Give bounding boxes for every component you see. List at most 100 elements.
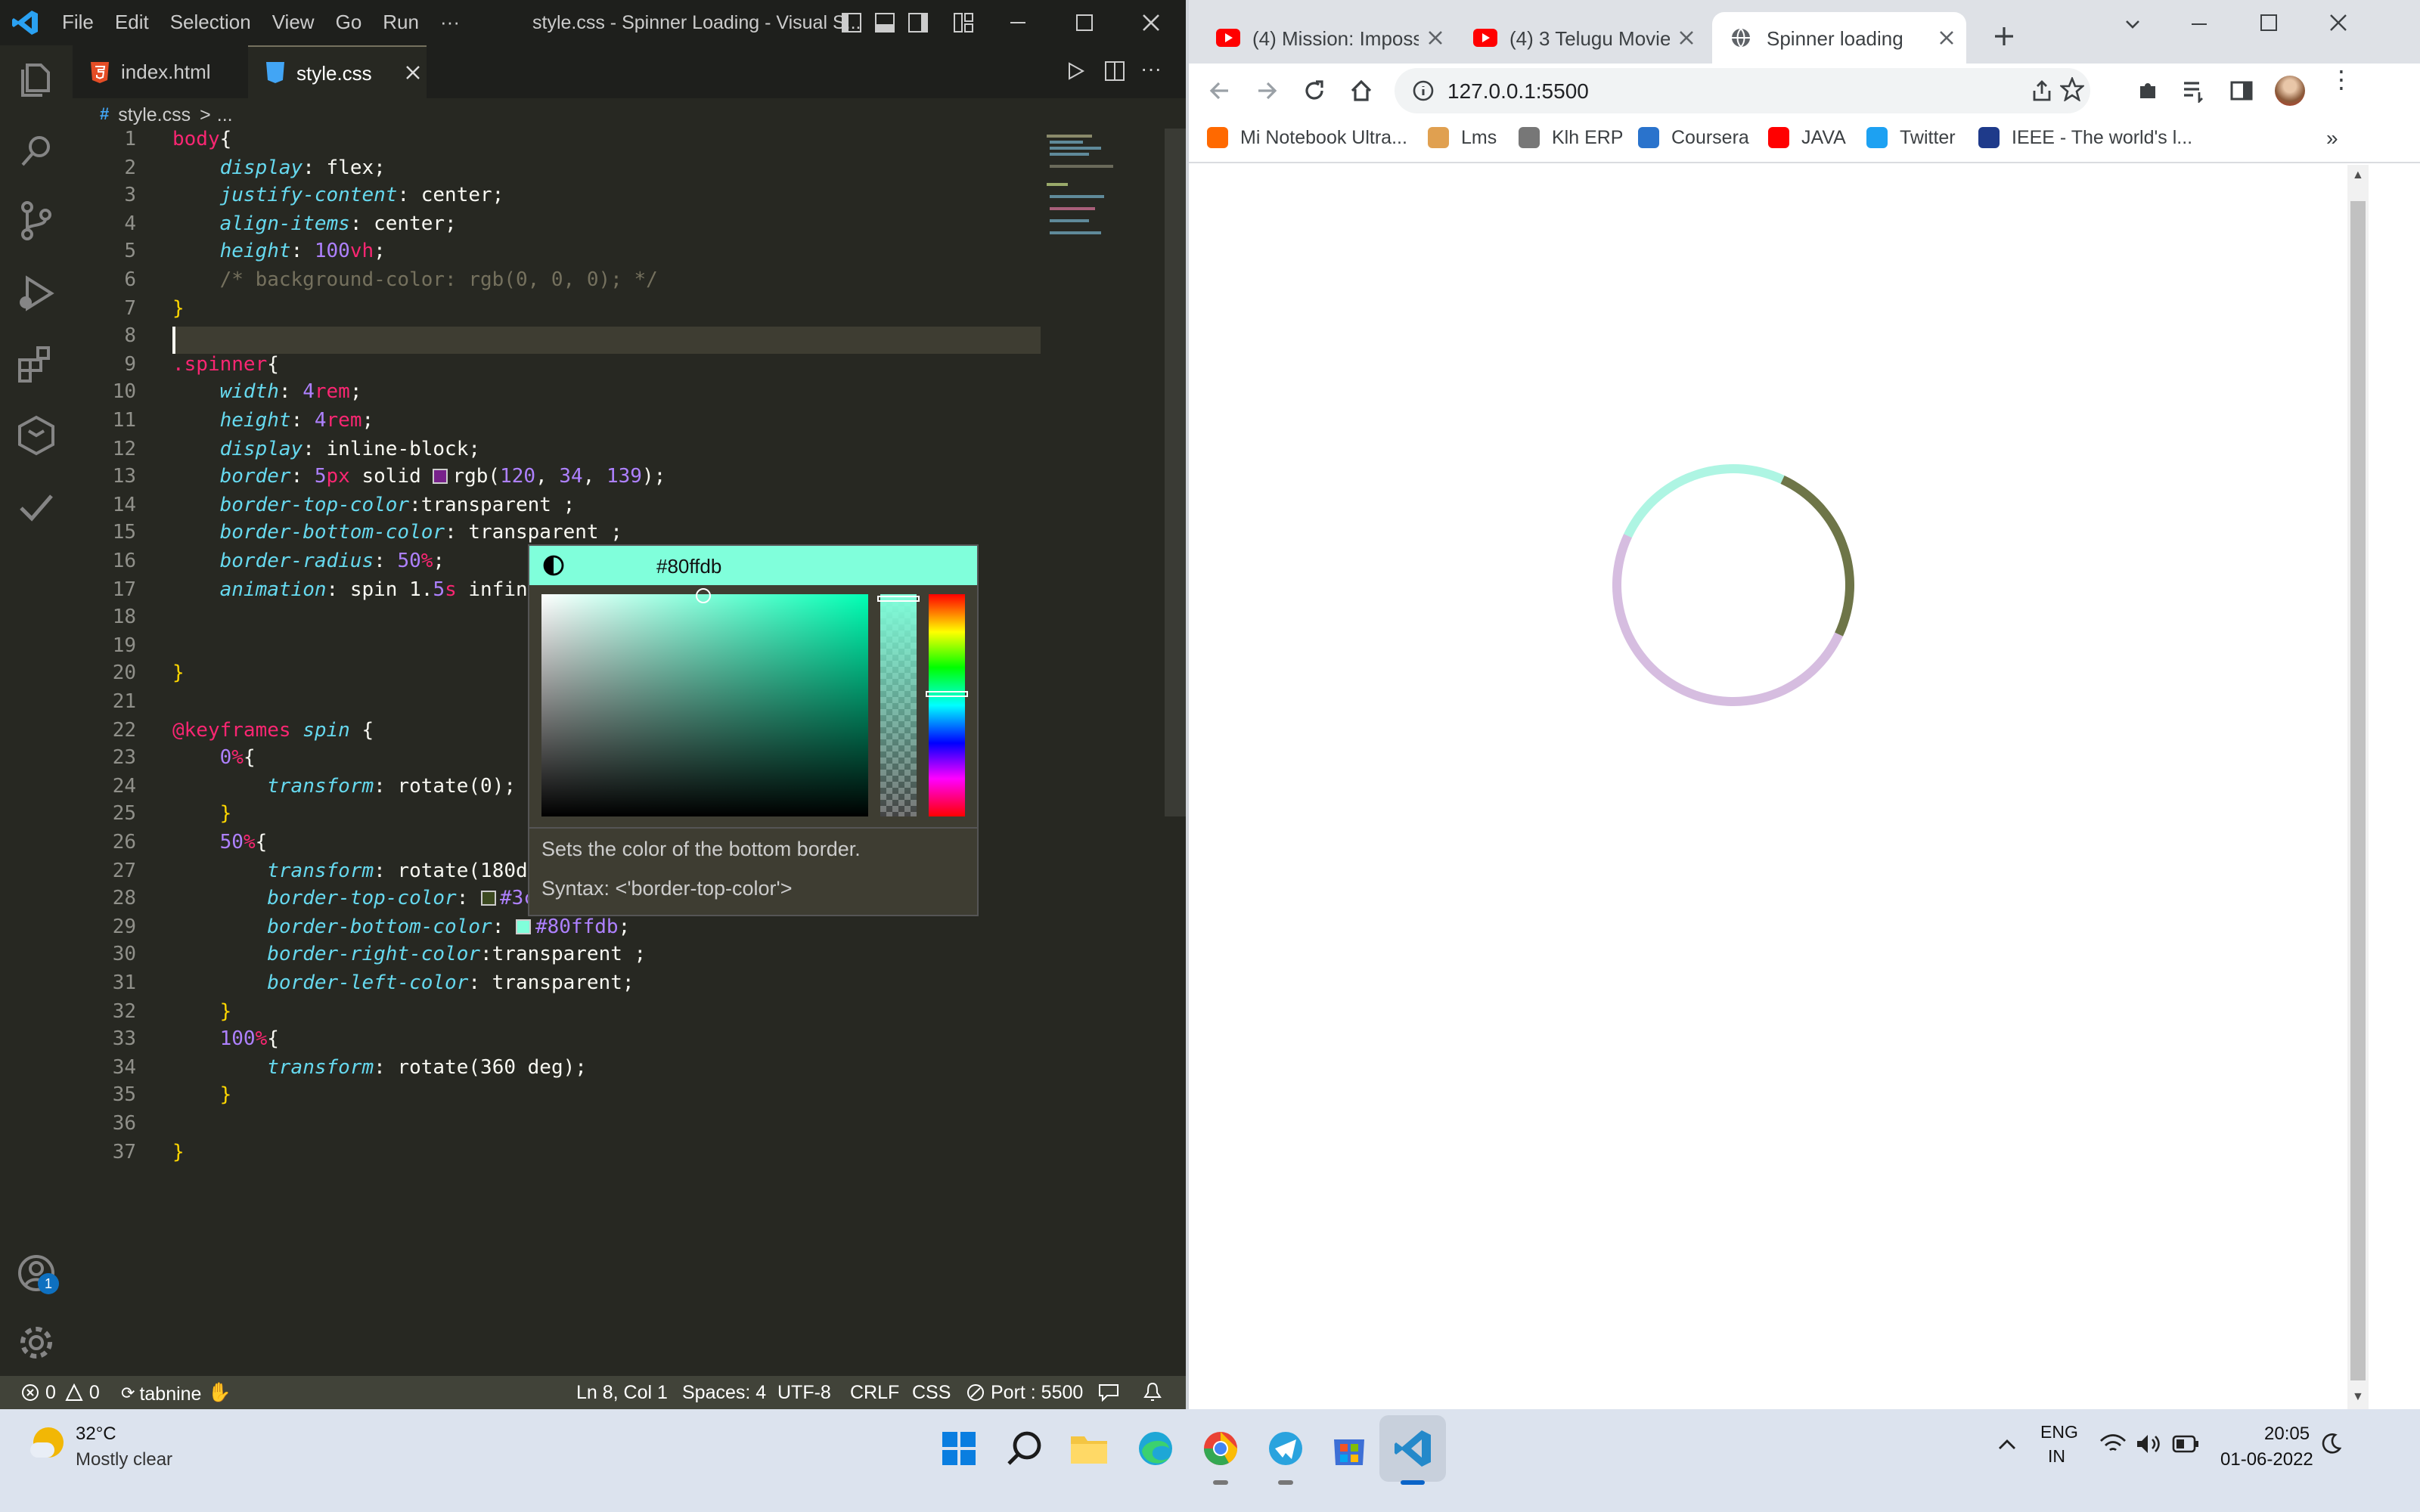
scroll-down-arrow-icon[interactable]: ▼ [2352, 1390, 2364, 1403]
minimap[interactable] [1041, 129, 1165, 249]
bookmark-ieee[interactable]: IEEE - The world's l... [1978, 127, 2192, 148]
menu-edit[interactable]: Edit [104, 11, 160, 33]
bookmark-twitter[interactable]: Twitter [1866, 127, 1956, 148]
reading-list-icon[interactable] [2181, 79, 2205, 103]
site-info-icon[interactable] [1413, 80, 1434, 101]
volume-icon[interactable] [2136, 1433, 2163, 1455]
toggle-panel-icon[interactable] [874, 12, 895, 33]
new-tab-icon[interactable] [1993, 26, 2015, 47]
opacity-handle[interactable] [877, 596, 920, 602]
menu-more[interactable]: ··· [430, 11, 470, 33]
color-hex-value[interactable]: #80ffdb [656, 554, 721, 577]
close-window-icon[interactable] [2329, 14, 2347, 32]
edge-browser-icon[interactable] [1128, 1421, 1183, 1476]
language-top[interactable]: ENG [2040, 1424, 2078, 1442]
line-ending[interactable]: CRLF [850, 1382, 899, 1403]
live-server-status[interactable]: Port : 5500 [966, 1382, 1083, 1403]
encoding[interactable]: UTF-8 [777, 1382, 831, 1403]
run-debug-icon[interactable] [12, 269, 60, 318]
tab-search-chevron-icon[interactable] [2124, 15, 2142, 33]
cursor-position[interactable]: Ln 8, Col 1 [576, 1382, 668, 1403]
more-bookmarks-chevron-icon[interactable]: » [2326, 125, 2338, 150]
bookmark-star-icon[interactable] [2060, 77, 2084, 101]
wifi-icon[interactable] [2099, 1433, 2127, 1455]
weather-moon-icon[interactable] [30, 1424, 67, 1461]
opacity-strip[interactable] [877, 594, 920, 816]
back-arrow-icon[interactable] [1207, 79, 1231, 103]
show-hidden-icons-chevron[interactable] [1996, 1436, 2018, 1452]
bookmark-mi-notebook[interactable]: Mi Notebook Ultra... [1207, 127, 1407, 148]
indentation[interactable]: Spaces: 4 [682, 1382, 766, 1403]
browser-tab-mission-impossible[interactable]: (4) Mission: Impossib [1201, 12, 1458, 64]
focus-moon-icon[interactable] [2320, 1433, 2341, 1455]
language-bottom[interactable]: IN [2048, 1448, 2065, 1467]
forward-arrow-icon[interactable] [1255, 79, 1280, 103]
hue-strip[interactable] [926, 594, 968, 816]
chrome-browser-icon[interactable] [1193, 1421, 1248, 1476]
saturation-box[interactable] [541, 588, 868, 816]
customize-layout-icon[interactable] [953, 12, 974, 33]
microsoft-store-icon[interactable] [1322, 1421, 1376, 1476]
browser-tab-telugu-movie[interactable]: (4) 3 Telugu Movie B [1461, 12, 1703, 64]
checkmark-icon[interactable] [12, 484, 60, 532]
bookmark-java[interactable]: JAVA [1768, 127, 1846, 148]
contrast-icon[interactable] [543, 555, 564, 576]
battery-icon[interactable] [2172, 1435, 2199, 1453]
minimize-icon[interactable] [2190, 15, 2208, 33]
feedback-icon[interactable] [1098, 1383, 1119, 1402]
windows-start-icon[interactable] [932, 1421, 986, 1476]
toggle-sidebar-icon[interactable] [841, 12, 862, 33]
maximize-icon[interactable] [1074, 12, 1095, 33]
url-text[interactable]: 127.0.0.1:5500 [1447, 79, 1589, 103]
language-mode[interactable]: CSS [912, 1382, 951, 1403]
bookmark-klh-erp[interactable]: Klh ERP [1519, 127, 1624, 148]
color-preview-header[interactable]: #80ffdb [529, 546, 977, 585]
settings-gear-icon[interactable] [12, 1318, 60, 1367]
close-tab-icon[interactable] [1679, 30, 1694, 45]
search-icon[interactable] [12, 127, 60, 175]
tabnine-status[interactable]: ⟳ tabnine ✋ [121, 1382, 231, 1405]
menu-run[interactable]: Run [372, 11, 430, 33]
side-panel-icon[interactable] [2229, 79, 2254, 103]
profile-avatar[interactable] [2275, 76, 2305, 106]
menu-view[interactable]: View [262, 11, 325, 33]
breadcrumb-rest[interactable]: ... [217, 104, 233, 125]
share-icon[interactable] [2030, 79, 2054, 103]
vscode-taskbar-icon[interactable] [1385, 1421, 1440, 1476]
weather-desc[interactable]: Mostly clear [76, 1448, 172, 1470]
extensions-icon[interactable] [12, 342, 60, 390]
more-actions-icon[interactable]: ··· [1140, 56, 1162, 80]
browser-tab-spinner-loading[interactable]: Spinner loading [1712, 12, 1966, 64]
toggle-secondary-sidebar-icon[interactable] [908, 12, 929, 33]
bookmark-coursera[interactable]: Coursera [1638, 127, 1749, 148]
home-icon[interactable] [1349, 79, 1373, 103]
clock-time[interactable]: 20:05 [2264, 1423, 2310, 1444]
problems-indicator[interactable]: 0 0 [21, 1382, 100, 1403]
saturation-handle[interactable] [696, 588, 711, 603]
weather-temp[interactable]: 32°C [76, 1423, 116, 1444]
minimize-icon[interactable] [1007, 12, 1028, 33]
scroll-up-arrow-icon[interactable]: ▲ [2352, 168, 2364, 181]
scrollbar-thumb[interactable] [2350, 201, 2366, 1380]
address-bar[interactable]: 127.0.0.1:5500 [1395, 68, 2090, 113]
remote-explorer-icon[interactable] [12, 411, 60, 460]
clock-date[interactable]: 01-06-2022 [2220, 1448, 2313, 1470]
editor-scrollbar[interactable] [1165, 129, 1186, 816]
close-tab-icon[interactable] [405, 65, 420, 80]
maximize-icon[interactable] [2260, 14, 2278, 32]
close-tab-icon[interactable] [1939, 30, 1954, 45]
menu-file[interactable]: File [51, 11, 104, 33]
hue-handle[interactable] [926, 691, 968, 697]
source-control-icon[interactable] [12, 197, 60, 245]
file-explorer-icon[interactable] [1062, 1421, 1116, 1476]
telegram-icon[interactable] [1258, 1421, 1313, 1476]
menu-selection[interactable]: Selection [160, 11, 262, 33]
bookmark-lms[interactable]: Lms [1428, 127, 1497, 148]
extensions-puzzle-icon[interactable] [2136, 79, 2160, 103]
tab-style-css[interactable]: style.css [248, 45, 427, 98]
tab-index-html[interactable]: index.html [73, 45, 248, 98]
close-window-icon[interactable] [1140, 12, 1162, 33]
chrome-menu-icon[interactable]: ⋮ [2329, 69, 2353, 93]
run-file-icon[interactable] [1065, 60, 1086, 82]
close-tab-icon[interactable] [1428, 30, 1443, 45]
